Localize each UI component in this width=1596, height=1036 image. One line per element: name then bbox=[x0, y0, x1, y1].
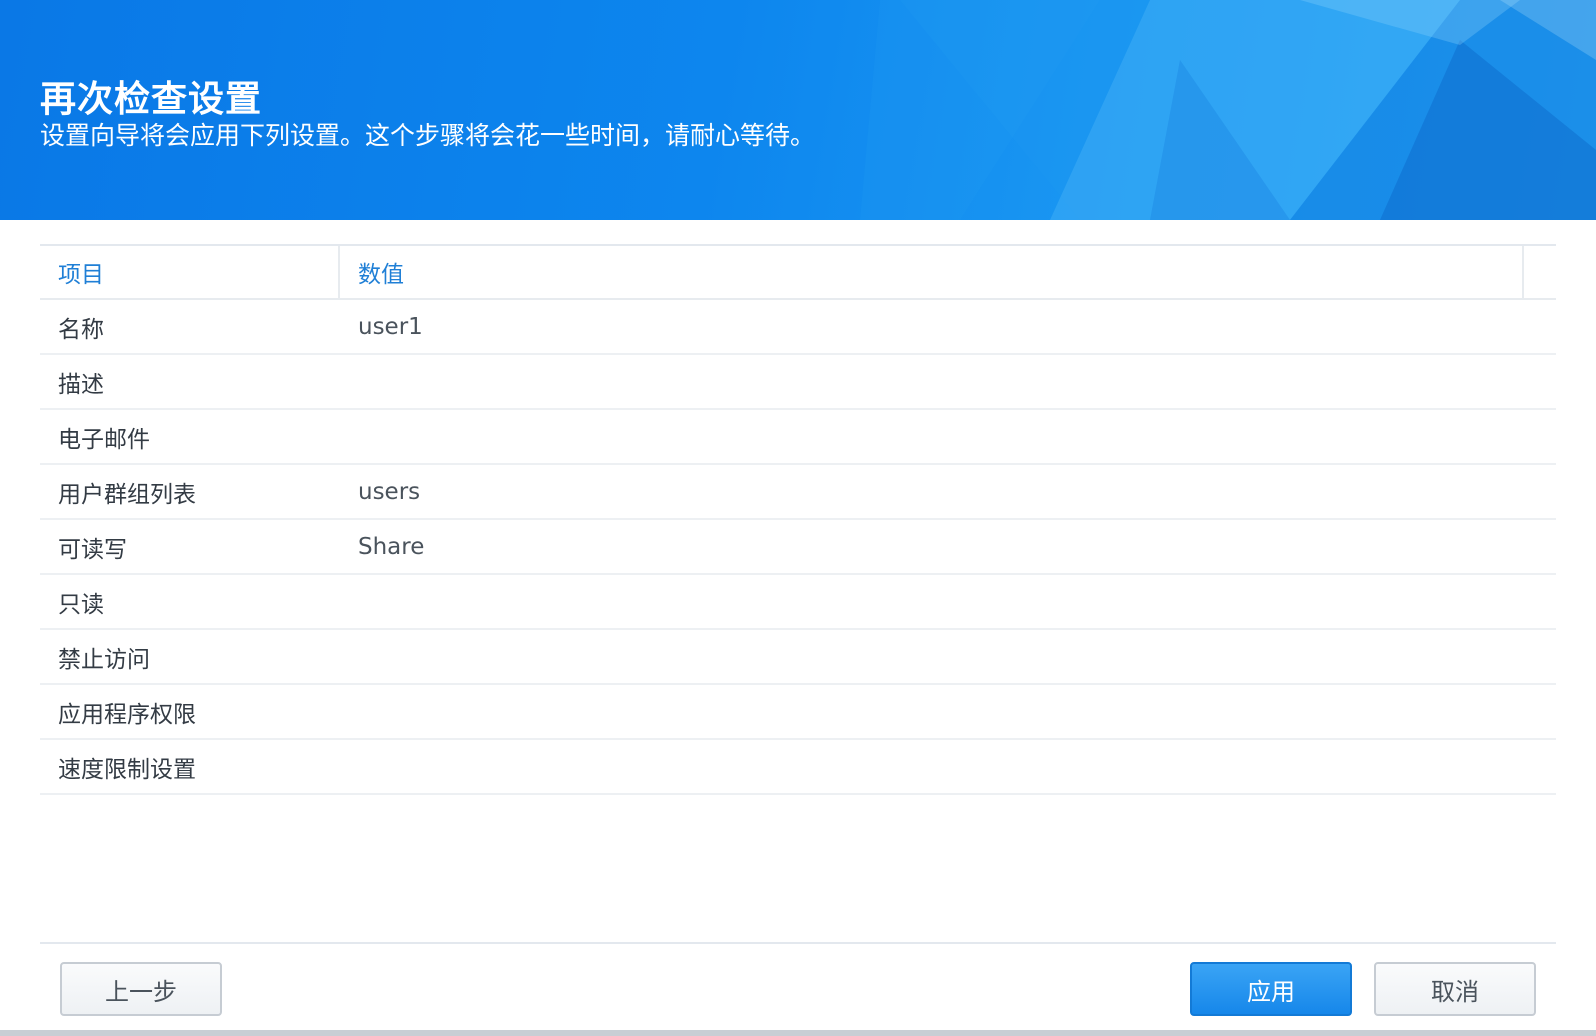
row-key: 描述 bbox=[58, 371, 104, 398]
row-value: users bbox=[358, 478, 421, 505]
table-row[interactable]: 只读 bbox=[40, 575, 1556, 630]
cancel-button[interactable]: 取消 bbox=[1374, 962, 1536, 1016]
previous-step-button[interactable]: 上一步 bbox=[60, 962, 222, 1016]
table-row[interactable]: 名称 user1 bbox=[40, 300, 1556, 355]
review-settings-wizard: 再次检查设置 设置向导将会应用下列设置。这个步骤将会花一些时间，请耐心等待。 项… bbox=[0, 0, 1596, 1036]
column-header-value[interactable]: 数值 bbox=[340, 246, 1524, 298]
row-value bbox=[340, 575, 1556, 628]
table-row[interactable]: 应用程序权限 bbox=[40, 685, 1556, 740]
row-key: 只读 bbox=[58, 591, 104, 618]
table-row[interactable]: 可读写 Share bbox=[40, 520, 1556, 575]
row-value: Share bbox=[358, 533, 425, 560]
footer-divider bbox=[40, 942, 1556, 944]
row-value bbox=[340, 740, 1556, 793]
table-row[interactable]: 禁止访问 bbox=[40, 630, 1556, 685]
row-value bbox=[340, 410, 1556, 463]
row-key: 电子邮件 bbox=[58, 426, 150, 453]
row-key: 速度限制设置 bbox=[58, 756, 196, 783]
table-row[interactable]: 速度限制设置 bbox=[40, 740, 1556, 795]
table-row[interactable]: 电子邮件 bbox=[40, 410, 1556, 465]
apply-button[interactable]: 应用 bbox=[1190, 962, 1352, 1016]
table-row[interactable]: 描述 bbox=[40, 355, 1556, 410]
row-value bbox=[340, 685, 1556, 738]
header-banner: 再次检查设置 设置向导将会应用下列设置。这个步骤将会花一些时间，请耐心等待。 bbox=[0, 0, 1596, 220]
row-key: 可读写 bbox=[58, 536, 127, 563]
settings-summary-table: 项目 数值 名称 user1 描述 电子邮件 用户群组列表 users 可读写 … bbox=[40, 244, 1556, 795]
row-key: 名称 bbox=[58, 316, 104, 343]
row-key: 应用程序权限 bbox=[58, 701, 196, 728]
row-value: user1 bbox=[358, 313, 423, 340]
column-header-item[interactable]: 项目 bbox=[40, 246, 340, 298]
table-header-row: 项目 数值 bbox=[40, 246, 1556, 300]
window-bottom-edge bbox=[0, 1030, 1596, 1036]
page-title: 再次检查设置 bbox=[40, 79, 263, 120]
page-subtitle: 设置向导将会应用下列设置。这个步骤将会花一些时间，请耐心等待。 bbox=[40, 121, 816, 150]
row-key: 禁止访问 bbox=[58, 646, 150, 673]
row-value bbox=[340, 355, 1556, 408]
table-row[interactable]: 用户群组列表 users bbox=[40, 465, 1556, 520]
row-key: 用户群组列表 bbox=[58, 481, 196, 508]
row-value bbox=[340, 630, 1556, 683]
